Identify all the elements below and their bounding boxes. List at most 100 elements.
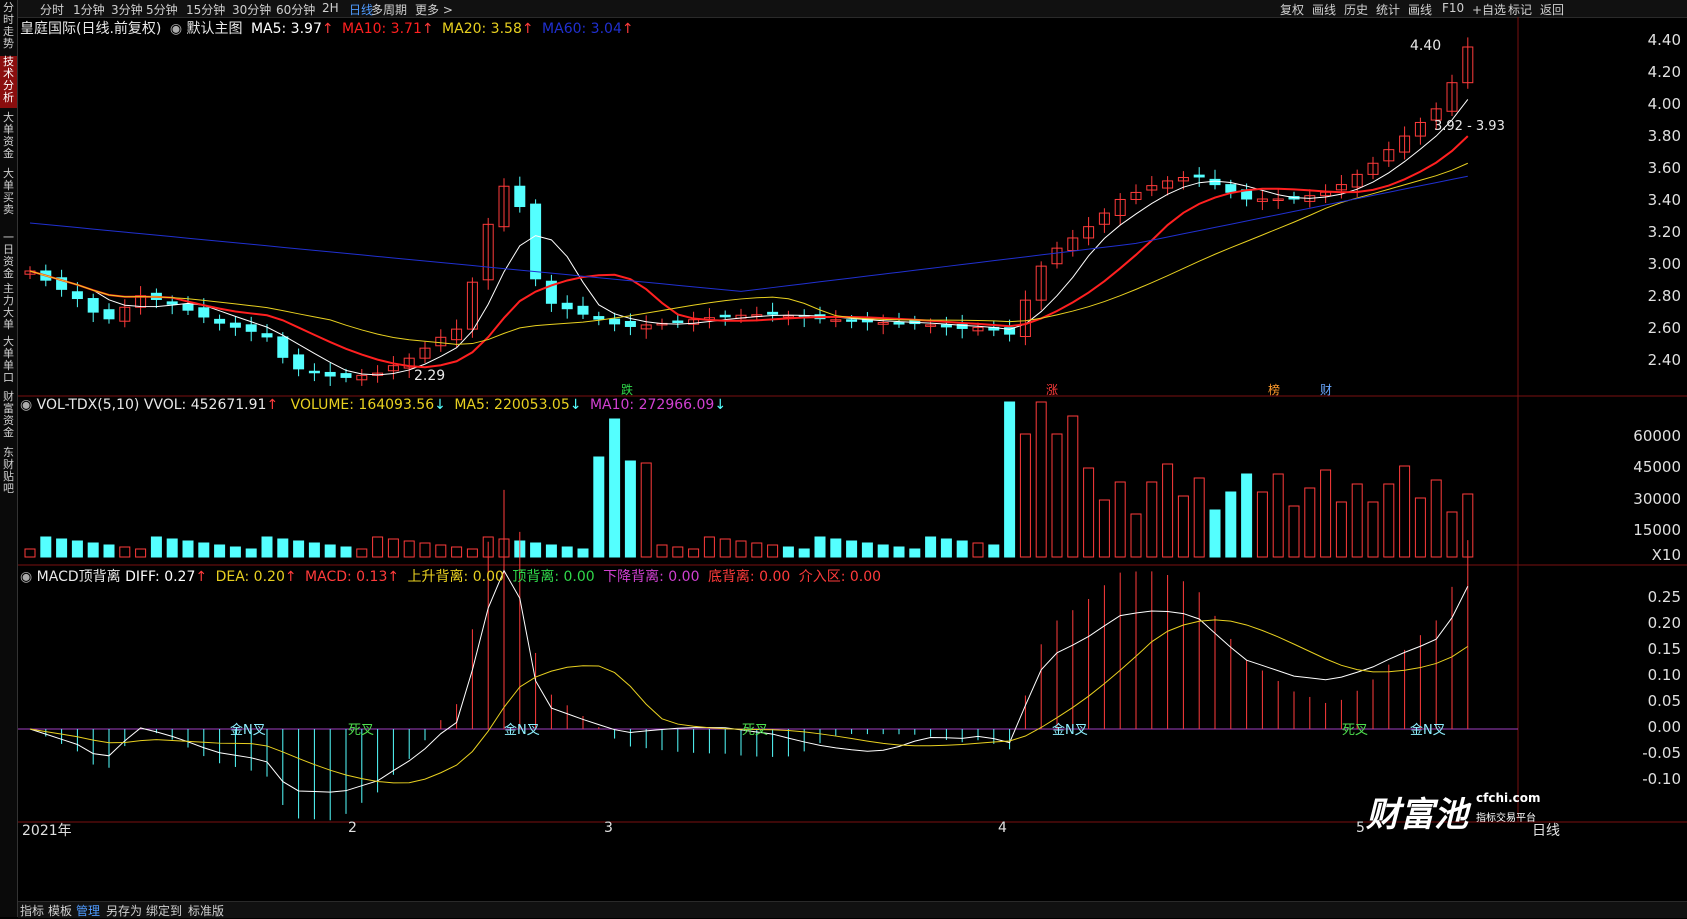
theme-dropdown-icon[interactable]: ◉ (170, 21, 182, 37)
sidebar-tab-0[interactable]: 分时走势 (0, 2, 17, 52)
candle-body (1225, 184, 1237, 193)
kline-chart-area[interactable]: 跌 涨 榜 财金N叉 死叉 金N叉 死叉 金N叉 死叉 金N叉 (18, 17, 1687, 901)
period-toolbar: 分时 1分钟 3分钟 5分钟 15分钟 30分钟 60分钟 2H 日线 多周期 更多 > 复权 画线 历史… (18, 0, 1687, 18)
volume-axis-tick: 15000 (1633, 521, 1681, 539)
bottom-tab-5[interactable]: 标准版 (188, 902, 224, 919)
period-tab-1[interactable]: 1分钟 (73, 1, 105, 18)
volume-bar (925, 536, 937, 558)
volume-bar (703, 536, 715, 558)
bottom-tab-2[interactable]: 管理 (76, 902, 100, 919)
diff-line (29, 569, 1469, 793)
toolbar-button-7[interactable]: 标记 (1508, 1, 1532, 18)
volume-bar (1051, 433, 1063, 558)
volume-bar (451, 546, 463, 558)
volume-bar (1193, 477, 1205, 558)
volume-bar (1035, 401, 1047, 558)
vol-settings-icon[interactable]: ◉ (20, 397, 32, 413)
toolbar-button-3[interactable]: 统计 (1376, 1, 1400, 18)
volume-bar (387, 538, 399, 558)
volume-bar (830, 538, 842, 558)
volume-bar (214, 544, 226, 558)
toolbar-button-2[interactable]: 历史 (1344, 1, 1368, 18)
volume-bar (877, 544, 889, 558)
macd-cross-label: 死叉 (742, 723, 768, 738)
candle-body (245, 324, 257, 332)
sidebar-tab-7[interactable]: 财富资金 (0, 391, 17, 443)
bottom-tab-1[interactable]: 模板 (48, 902, 72, 919)
sidebar-tab-1[interactable]: 技术分析 (0, 56, 17, 108)
price-axis-tick: 3.60 (1647, 159, 1681, 177)
period-tab-7[interactable]: 2H (322, 1, 339, 15)
toolbar-button-0[interactable]: 复权 (1280, 1, 1304, 18)
volume-bar (24, 548, 36, 558)
period-tab-5[interactable]: 30分钟 (232, 1, 271, 18)
candle-body (87, 298, 99, 313)
period-tab-8[interactable]: 日线 (349, 1, 373, 18)
period-tab-0[interactable]: 分时 (40, 1, 64, 18)
sidebar-tab-6[interactable]: 大单单口 (0, 336, 17, 386)
volume-bar (1367, 501, 1379, 558)
volume-bar (166, 538, 178, 558)
volume-bar (150, 536, 162, 558)
volume-bar (356, 548, 368, 558)
volume-bar (767, 544, 779, 558)
volume-bar (530, 542, 542, 558)
sidebar-tab-4[interactable]: 一日资金 (0, 232, 17, 280)
entry-zone-label: 介入区: 0.00 (798, 569, 882, 585)
period-tab-2[interactable]: 3分钟 (111, 1, 143, 18)
period-tab-10[interactable]: 更多 > (415, 1, 453, 18)
candle-body (103, 309, 115, 320)
candle-body (593, 316, 605, 320)
volume-bar (435, 544, 447, 558)
period-tab-4[interactable]: 15分钟 (186, 1, 225, 18)
bottom-tab-3[interactable]: 另存为 (106, 902, 142, 919)
sidebar-tab-3[interactable]: 大单买卖 (0, 168, 17, 224)
volume-bar (135, 548, 147, 558)
volume-bar (688, 548, 700, 558)
volume-bar (1083, 467, 1095, 558)
volume-bar (577, 548, 589, 558)
dea-label: DEA: 0.20 (215, 569, 285, 585)
candle-body (577, 305, 589, 315)
volume-bar (1067, 415, 1079, 558)
period-tab-6[interactable]: 60分钟 (276, 1, 315, 18)
volume-bar (1098, 499, 1110, 558)
macd-settings-icon[interactable]: ◉ (20, 569, 32, 585)
bottom-tab-4[interactable]: 绑定到 (146, 902, 182, 919)
volume-bar (119, 546, 131, 558)
price-axis-tick: 4.40 (1647, 31, 1681, 49)
volume-bar (972, 542, 984, 558)
candle-body (530, 203, 542, 280)
volume-bar (782, 546, 794, 558)
toolbar-button-1[interactable]: 画线 (1312, 1, 1336, 18)
sidebar-tab-8[interactable]: 东财贴吧 (0, 447, 17, 497)
price-axis-tick: 4.00 (1647, 95, 1681, 113)
toolbar-button-4[interactable]: 画线 (1408, 1, 1432, 18)
volume-bar (56, 538, 68, 558)
watermark-subtitle: 指标交易平台 (1476, 813, 1536, 824)
date-axis-period: 日线 (1532, 823, 1560, 839)
sidebar-tab-2[interactable]: 大单资金 (0, 112, 17, 164)
candle-body (340, 373, 352, 378)
sidebar-tab-5[interactable]: 主力大单 (0, 283, 17, 333)
period-tab-3[interactable]: 5分钟 (146, 1, 178, 18)
toolbar-button-6[interactable]: +自选 (1472, 1, 1506, 18)
volume-bar (340, 546, 352, 558)
volume-bar (1177, 495, 1189, 558)
toolbar-button-5[interactable]: F10 (1442, 1, 1464, 15)
period-tab-9[interactable]: 多周期 (371, 1, 407, 18)
volume-bar (1114, 481, 1126, 558)
toolbar-button-8[interactable]: 返回 (1540, 1, 1564, 18)
volume-bar (940, 538, 952, 558)
theme-selector[interactable]: 默认主图 (187, 21, 243, 37)
indicator-toolbar: 指标 模板 管理 另存为 绑定到 标准版 (18, 901, 1687, 918)
macd-panel-header: ◉ MACD顶背离 DIFF: 0.27↑ DEA: 0.20↑ MACD: 0… (20, 569, 882, 585)
event-marker: 榜 (1268, 382, 1280, 397)
volume-bar (1004, 401, 1016, 558)
volume-bar (1225, 491, 1237, 558)
price-axis-tick: 3.20 (1647, 223, 1681, 241)
volume-bar (198, 542, 210, 558)
bottom-tab-0[interactable]: 指标 (20, 902, 44, 919)
ma10-line (29, 135, 1469, 369)
volume-bar (640, 462, 652, 558)
